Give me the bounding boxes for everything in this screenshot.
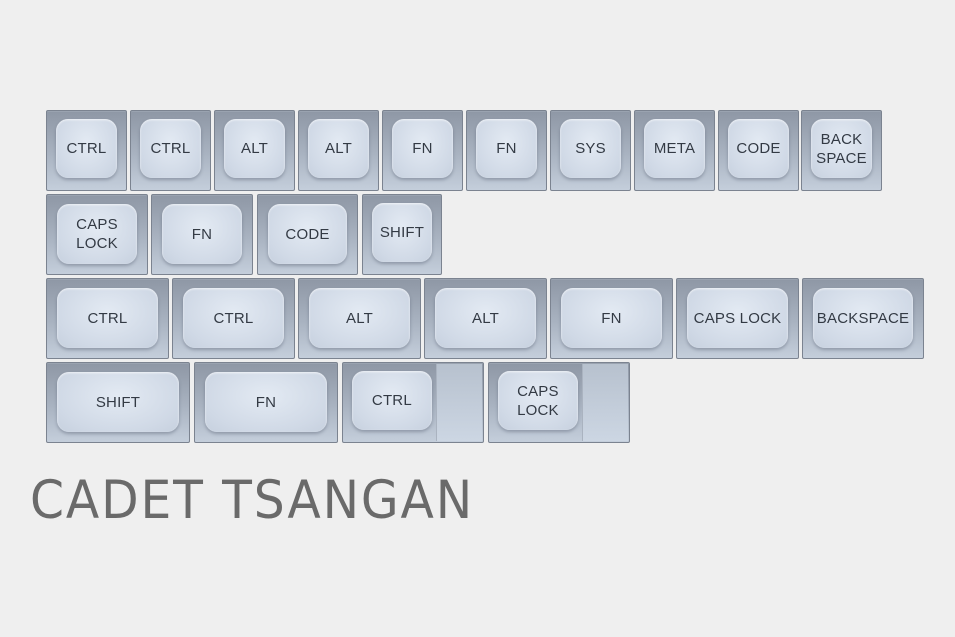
- keycap-legend: FN: [255, 393, 277, 411]
- keycap-ctrl: CTRL: [130, 110, 211, 191]
- keycap-fn: FN: [466, 110, 547, 191]
- keycap-caps-lock: CAPS LOCK: [676, 278, 799, 359]
- keycap-backspace: BACKSPACE: [802, 278, 924, 359]
- keycap-step-ledge: [582, 364, 628, 441]
- keycap-legend: FN: [601, 309, 622, 327]
- keycap-legend: CODE: [285, 225, 330, 243]
- keycap-legend: FN: [496, 140, 517, 157]
- keycap-legend: SHIFT: [379, 224, 425, 241]
- keycap-legend: ALT: [472, 309, 499, 327]
- keycap-alt: ALT: [298, 278, 421, 359]
- keycap-legend: CTRL: [371, 392, 412, 409]
- keycap-fn: FN: [382, 110, 463, 191]
- keycap-ctrl: CTRL: [46, 110, 127, 191]
- keycap-caps-lock: CAPS LOCK: [46, 194, 148, 275]
- keycap-legend: CAPS LOCK: [517, 382, 559, 419]
- keycap-ctrl-stepped: CTRL: [342, 362, 484, 443]
- keycap-legend: CTRL: [150, 140, 191, 157]
- keycap-legend: FN: [412, 140, 433, 157]
- keycap-fn: FN: [550, 278, 673, 359]
- keycap-legend: CTRL: [66, 140, 107, 157]
- keycap-alt: ALT: [424, 278, 547, 359]
- keycap-legend: ALT: [346, 309, 373, 327]
- keycap-legend: CTRL: [213, 309, 254, 327]
- keycap-sys: SYS: [550, 110, 631, 191]
- keycap-legend: ALT: [241, 140, 268, 157]
- keycap-fn: FN: [194, 362, 338, 443]
- keycap-legend: BACK SPACE: [816, 130, 867, 167]
- keycap-legend: SHIFT: [95, 393, 141, 411]
- keycap-code: CODE: [718, 110, 799, 191]
- keycap-legend: CODE: [736, 140, 781, 157]
- keycap-legend: CTRL: [87, 309, 128, 327]
- keycap-fn: FN: [151, 194, 253, 275]
- keycap-legend: META: [653, 140, 696, 157]
- keycap-ctrl: CTRL: [46, 278, 169, 359]
- product-title: CADET TSANGAN: [30, 470, 475, 531]
- keycap-legend: CAPS LOCK: [693, 309, 782, 327]
- keycap-legend: SYS: [575, 140, 606, 157]
- keycap-step-ledge: [436, 364, 482, 441]
- keycap-backspace: BACK SPACE: [801, 110, 882, 191]
- keycap-legend: BACKSPACE: [816, 309, 910, 327]
- keycap-legend: CAPS LOCK: [76, 216, 118, 252]
- keycap-code: CODE: [257, 194, 358, 275]
- keycap-caps-lock-stepped: CAPS LOCK: [488, 362, 630, 443]
- keycap-legend: FN: [191, 225, 213, 243]
- keycap-legend: ALT: [325, 140, 352, 157]
- keycap-shift: SHIFT: [362, 194, 442, 275]
- keycap-shift: SHIFT: [46, 362, 190, 443]
- keycap-meta: META: [634, 110, 715, 191]
- keycap-alt: ALT: [298, 110, 379, 191]
- keycap-alt: ALT: [214, 110, 295, 191]
- keycap-ctrl: CTRL: [172, 278, 295, 359]
